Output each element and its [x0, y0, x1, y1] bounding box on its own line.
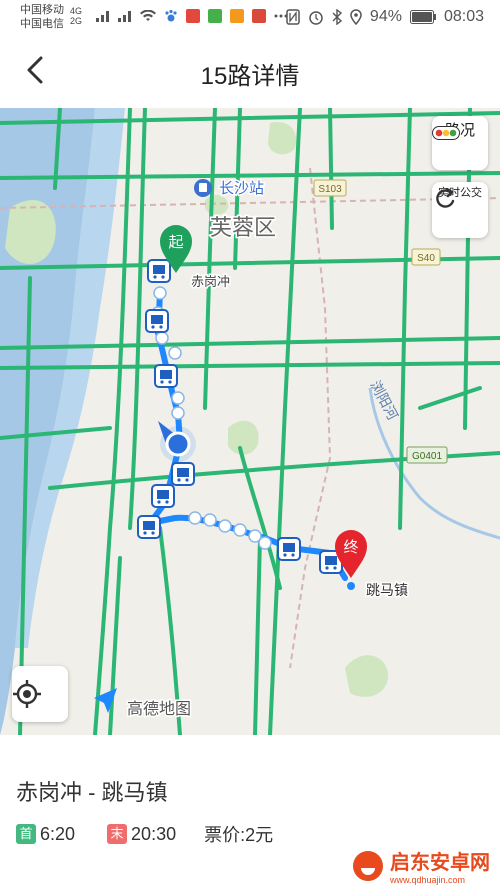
park: [345, 655, 389, 697]
app-icon-red: [186, 9, 200, 23]
status-bar: 中国移动 中国电信 4G 2G 94% 08:03: [0, 0, 500, 36]
battery-percent: 94%: [369, 8, 402, 25]
brand-label: 高德地图: [127, 700, 191, 718]
traffic-light-icon: [432, 126, 460, 140]
start-stop-label: 赤岗冲: [191, 274, 230, 289]
road-shield-s103: S103: [313, 179, 347, 197]
map-view[interactable]: 起 终 S103 S40 G0401 长沙站 芙蓉区 赤岗冲 跳马镇 浏阳河 高…: [0, 108, 500, 735]
nfc-icon: [286, 9, 300, 25]
carrier-1: 中国移动: [20, 4, 64, 16]
app-icon-green: [208, 9, 222, 23]
network-1: 4G: [70, 6, 83, 16]
battery-icon: [409, 10, 436, 24]
road-label-s103: S103: [318, 184, 342, 195]
app-header: 15路详情: [0, 36, 500, 109]
road-label-s40: S40: [417, 253, 435, 264]
route-name: 赤岗冲 - 跳马镇: [16, 780, 168, 805]
route-info-panel[interactable]: 赤岗冲 - 跳马镇 首 6:20 末 20:30 票价:2元 启东安卓网 www…: [0, 735, 500, 889]
app-icon-orange: [230, 9, 244, 23]
realtime-bus-button[interactable]: 实时公交: [432, 182, 488, 238]
watermark-text: 启东安卓网: [390, 852, 490, 874]
last-bus-time: 20:30: [131, 823, 177, 844]
end-marker-text: 终: [343, 539, 358, 556]
carrier-info: 中国移动 中国电信: [20, 3, 64, 31]
alarm-icon: [309, 11, 323, 25]
park: [5, 199, 56, 265]
map-canvas[interactable]: 起 终 S103 S40 G0401 长沙站 芙蓉区 赤岗冲 跳马镇 浏阳河 高…: [0, 108, 500, 735]
clock: 08:03: [443, 8, 484, 25]
locate-me-button[interactable]: [12, 666, 68, 722]
route-schedule: 首 6:20 末 20:30 票价:2元: [16, 821, 273, 847]
road-shield-s40: S40: [411, 248, 441, 266]
watermark-url: www.qdhuajin.com: [390, 875, 466, 885]
first-bus-time: 6:20: [40, 823, 76, 844]
fare: 票价:2元: [204, 825, 274, 845]
refresh-icon: [436, 188, 455, 208]
carrier-2: 中国电信: [20, 18, 64, 30]
notification-icons: [96, 9, 288, 23]
paw-app-icon: [165, 9, 177, 22]
end-marker-icon: 终: [335, 530, 367, 590]
signal-icon-2: [118, 11, 131, 22]
park: [205, 194, 229, 215]
river-water: [0, 108, 95, 735]
crosshair-icon: [13, 680, 41, 708]
app-icon-red-2: [252, 9, 266, 23]
station-label: 长沙站: [219, 180, 264, 197]
network-type: 4G 2G: [70, 6, 82, 26]
location-icon: [350, 9, 362, 25]
bluetooth-icon: [332, 9, 342, 25]
park: [228, 420, 259, 455]
end-stop-label: 跳马镇: [366, 582, 408, 598]
traffic-toggle-button[interactable]: 路况: [432, 116, 488, 170]
train-station-icon: [194, 179, 212, 197]
wifi-icon: [140, 10, 156, 21]
road-label-g0401: G0401: [412, 451, 442, 462]
network-2: 2G: [70, 16, 83, 26]
start-marker-text: 起: [168, 234, 183, 251]
park: [268, 122, 297, 155]
current-location-icon: [158, 421, 196, 462]
last-bus-tag: 末: [107, 824, 128, 844]
first-bus-tag: 首: [16, 824, 36, 844]
signal-icon: [96, 11, 109, 22]
road-shield-g0401: G0401: [406, 446, 448, 464]
page-title: 15路详情: [200, 63, 300, 90]
watermark-logo-icon: [353, 850, 383, 881]
district-label: 芙蓉区: [210, 215, 276, 240]
watermark: 启东安卓网 www.qdhuajin.com: [352, 846, 490, 885]
system-icons: 94% 08:03: [286, 8, 484, 26]
rail-line: [289, 167, 332, 669]
